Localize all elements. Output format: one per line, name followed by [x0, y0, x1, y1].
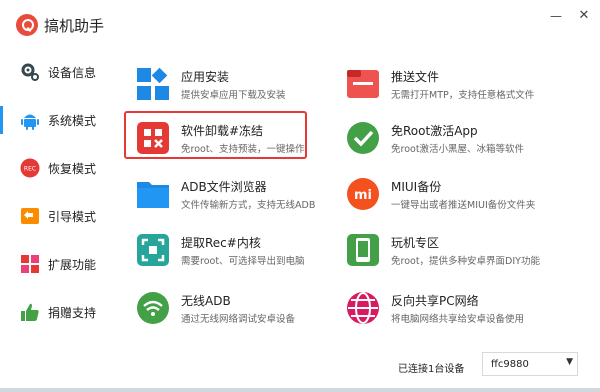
card-phone-zone[interactable]: 玩机专区 免root，提供多种安卓界面DIY功能 [345, 230, 560, 280]
connection-status: 已连接1台设备 [398, 364, 465, 375]
sidebar-item-label: 扩展功能 [48, 258, 97, 272]
card-description: 需要root、可选择导出到电脑 [181, 256, 305, 267]
card-title: MIUI备份 [391, 180, 442, 194]
gear-icon [21, 63, 39, 81]
sidebar-item-recovery-mode[interactable]: REC 恢复模式 [0, 146, 110, 190]
sidebar-item-label: 设备信息 [48, 66, 97, 80]
sidebar-item-system-mode[interactable]: 系统模式 [0, 98, 110, 142]
sidebar-item-label: 系统模式 [48, 114, 97, 128]
mi-icon: mi [347, 178, 379, 210]
card-description: 免root激活小黑屋、冰箱等软件 [391, 144, 525, 155]
card-app-install[interactable]: 应用安装 提供安卓应用下载及安装 [135, 64, 350, 114]
rec-icon: REC [20, 158, 40, 178]
card-description: 免root，提供多种安卓界面DIY功能 [391, 256, 540, 267]
card-title: ADB文件浏览器 [181, 180, 267, 194]
card-miui-backup[interactable]: mi MIUI备份 一键导出或者推送MIUI备份文件夹 [345, 174, 560, 224]
check-icon [347, 122, 379, 154]
sidebar-item-label: 恢复模式 [48, 162, 97, 176]
window-bottom-edge [0, 388, 600, 392]
card-title: 应用安装 [181, 70, 230, 84]
card-title: 玩机专区 [391, 236, 440, 250]
card-description: 提供安卓应用下载及安装 [181, 90, 286, 101]
push-file-icon [347, 70, 379, 98]
wifi-icon [137, 292, 169, 324]
sidebar-item-label: 引导模式 [48, 210, 97, 224]
title-bar: 搞机助手 — ✕ [0, 0, 600, 50]
card-description: 一键导出或者推送MIUI备份文件夹 [391, 200, 536, 211]
chevron-down-icon: ▼ [566, 357, 573, 367]
device-select[interactable]: ffc9880 ▼ [482, 352, 578, 376]
card-reverse-tether[interactable]: 反向共享PC网络 将电脑网络共享给安卓设备使用 [345, 288, 560, 338]
sidebar-item-device-info[interactable]: 设备信息 [0, 50, 110, 94]
card-title: 提取Rec#内核 [181, 236, 261, 250]
card-description: 无需打开MTP，支持任意格式文件 [391, 90, 535, 101]
selection-highlight [124, 111, 307, 159]
card-title: 反向共享PC网络 [391, 294, 479, 308]
grid-icon [21, 255, 39, 273]
app-logo-icon [16, 14, 38, 36]
sidebar-item-label: 捐赠支持 [48, 306, 97, 320]
card-adb-file-browser[interactable]: ADB文件浏览器 文件传输新方式，支持无线ADB [135, 174, 350, 224]
phone-icon [347, 234, 379, 266]
sidebar-item-donate[interactable]: 捐赠支持 [0, 290, 110, 334]
rec-badge-text: REC [24, 166, 36, 173]
card-description: 将电脑网络共享给安卓设备使用 [391, 314, 525, 325]
extract-icon [137, 234, 169, 266]
sidebar-item-bootloader-mode[interactable]: 引导模式 [0, 194, 110, 238]
card-title: 免Root激活App [391, 124, 478, 138]
app-install-icon [137, 67, 169, 100]
card-wireless-adb[interactable]: 无线ADB 通过无线网络调试安卓设备 [135, 288, 350, 338]
card-extract-rec-kernel[interactable]: 提取Rec#内核 需要root、可选择导出到电脑 [135, 230, 350, 280]
sidebar-item-extensions[interactable]: 扩展功能 [0, 242, 110, 286]
app-title: 搞机助手 [44, 17, 105, 35]
card-root-free-activate[interactable]: 免Root激活App 免root激活小黑屋、冰箱等软件 [345, 118, 560, 168]
android-icon [21, 114, 39, 130]
close-button[interactable]: ✕ [574, 6, 594, 26]
thumbs-up-icon [21, 303, 39, 321]
card-push-file[interactable]: 推送文件 无需打开MTP，支持任意格式文件 [345, 64, 560, 114]
sidebar: 设备信息 系统模式 REC 恢复模式 引导模式 扩展功能 捐赠支持 [0, 50, 110, 350]
mi-logo-text: mi [354, 188, 372, 203]
folder-icon [137, 182, 169, 208]
minimize-button[interactable]: — [546, 6, 566, 26]
device-select-value: ffc9880 [491, 359, 529, 370]
boot-icon [21, 208, 39, 224]
card-description: 通过无线网络调试安卓设备 [181, 314, 296, 325]
card-description: 文件传输新方式，支持无线ADB [181, 200, 316, 211]
card-title: 无线ADB [181, 294, 231, 308]
card-title: 推送文件 [391, 70, 440, 84]
globe-icon [347, 292, 379, 324]
